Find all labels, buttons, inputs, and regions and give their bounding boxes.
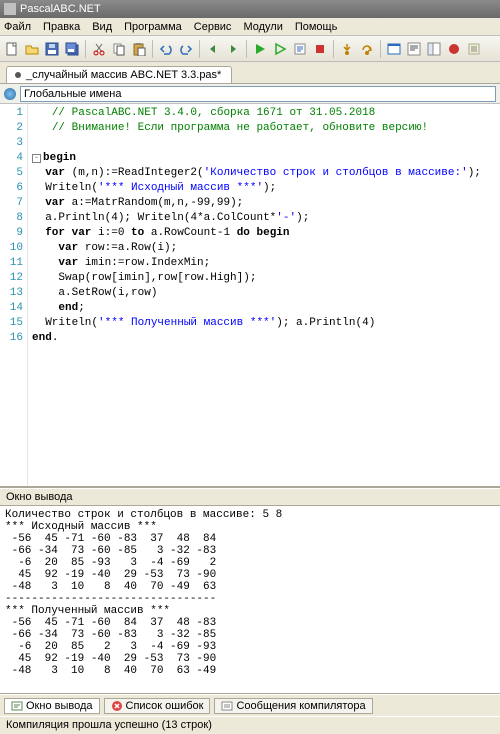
tab-modified-dot: [15, 72, 21, 78]
open-button[interactable]: [23, 40, 41, 58]
editor-tab-active[interactable]: _случайный массив ABC.NET 3.3.pas*: [6, 66, 232, 83]
undo-button[interactable]: [157, 40, 175, 58]
menu-edit[interactable]: Правка: [43, 21, 80, 33]
options-button[interactable]: [465, 40, 483, 58]
redo-button[interactable]: [177, 40, 195, 58]
bottom-tab-compiler[interactable]: Сообщения компилятора: [214, 698, 372, 714]
toolbar: [0, 36, 500, 62]
menu-service[interactable]: Сервис: [194, 21, 232, 33]
status-text: Компиляция прошла успешно (13 строк): [6, 719, 212, 731]
paste-button[interactable]: [130, 40, 148, 58]
save-button[interactable]: [43, 40, 61, 58]
compiler-icon: [221, 700, 233, 712]
code-area[interactable]: // PascalABC.NET 3.4.0, сборка 1671 от 3…: [28, 104, 500, 486]
step-over-button[interactable]: [358, 40, 376, 58]
step-into-button[interactable]: [338, 40, 356, 58]
copy-button[interactable]: [110, 40, 128, 58]
menu-program[interactable]: Программа: [124, 21, 182, 33]
form-designer-button[interactable]: [385, 40, 403, 58]
editor-tabs: _случайный массив ABC.NET 3.3.pas*: [0, 62, 500, 84]
tab-label: _случайный массив ABC.NET 3.3.pas*: [26, 69, 221, 81]
app-icon: [4, 3, 16, 15]
properties-button[interactable]: [425, 40, 443, 58]
error-icon: [111, 700, 123, 712]
fold-icon[interactable]: -: [32, 154, 41, 163]
cut-button[interactable]: [90, 40, 108, 58]
window-title: PascalABC.NET: [20, 3, 101, 15]
stop-button[interactable]: [311, 40, 329, 58]
run-button[interactable]: [251, 40, 269, 58]
nav-fwd-button[interactable]: [224, 40, 242, 58]
bottom-tab-bar: Окно вывода Список ошибок Сообщения комп…: [0, 694, 500, 716]
bottom-tab-errors[interactable]: Список ошибок: [104, 698, 211, 714]
menu-help[interactable]: Помощь: [295, 21, 338, 33]
compile-button[interactable]: [291, 40, 309, 58]
scope-combo[interactable]: [20, 86, 496, 102]
line-gutter: 1234 5678 9101112 13141516: [0, 104, 28, 486]
menu-modules[interactable]: Модули: [243, 21, 282, 33]
code-button[interactable]: [405, 40, 423, 58]
output-icon: [11, 700, 23, 712]
window-titlebar: PascalABC.NET: [0, 0, 500, 18]
output-panel[interactable]: Количество строк и столбцов в массиве: 5…: [0, 506, 500, 694]
code-editor[interactable]: 1234 5678 9101112 13141516 // PascalABC.…: [0, 104, 500, 488]
run-noattach-button[interactable]: [271, 40, 289, 58]
menu-file[interactable]: Файл: [4, 21, 31, 33]
globe-icon: [4, 88, 16, 100]
output-panel-title: Окно вывода: [0, 488, 500, 506]
scope-bar: [0, 84, 500, 104]
breakpoint-button[interactable]: [445, 40, 463, 58]
menu-bar: Файл Правка Вид Программа Сервис Модули …: [0, 18, 500, 36]
status-bar: Компиляция прошла успешно (13 строк): [0, 716, 500, 734]
new-file-button[interactable]: [3, 40, 21, 58]
save-all-button[interactable]: [63, 40, 81, 58]
nav-back-button[interactable]: [204, 40, 222, 58]
menu-view[interactable]: Вид: [92, 21, 112, 33]
bottom-tab-output[interactable]: Окно вывода: [4, 698, 100, 714]
